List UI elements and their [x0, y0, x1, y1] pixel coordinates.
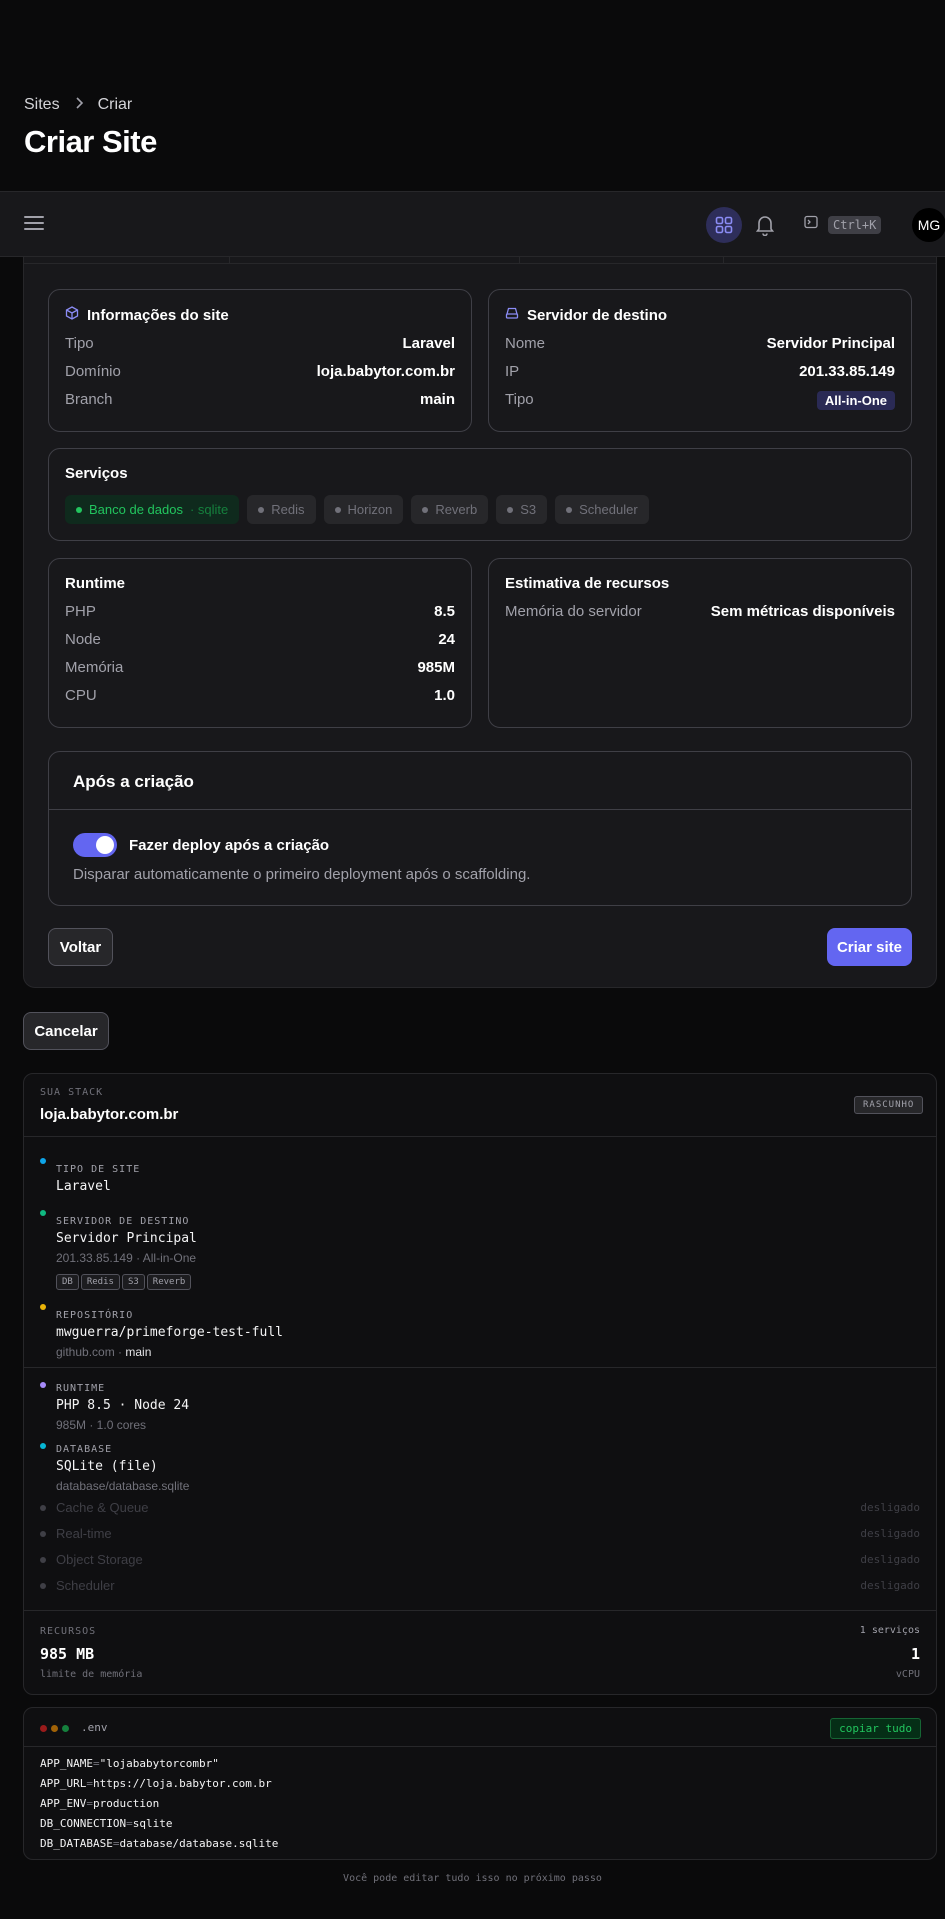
memory-limit-label: limite de memória: [40, 1669, 143, 1680]
stack-disabled-object-storage: Object Storage desligado: [40, 1552, 920, 1567]
server-name-row: Nome Servidor Principal: [505, 335, 895, 352]
env-line: DB_CONNECTION=sqlite: [40, 1817, 173, 1830]
server-icon: [505, 306, 519, 324]
avatar[interactable]: MG: [912, 208, 945, 242]
stack-repository: REPOSITÓRIO mwguerra/primeforge-test-ful…: [40, 1300, 283, 1359]
status-dot: [40, 1304, 46, 1310]
stack-database: DATABASE SQLite (file) database/database…: [40, 1439, 189, 1493]
divider: [49, 809, 911, 810]
step-divider: [519, 257, 520, 264]
wizard-panel: Informações do site Tipo Laravel Domínio l…: [23, 257, 937, 988]
resource-estimate-card: Estimativa de recursos Memória do servid…: [488, 558, 912, 728]
env-file-panel: .env copiar tudo APP_NAME="lojababytorco…: [23, 1707, 937, 1860]
runtime-card: Runtime PHP 8.5 Node 24 Memória 985M CPU 1.0: [48, 558, 472, 728]
status-dot: [40, 1210, 46, 1216]
service-chip-scheduler: Scheduler: [555, 495, 649, 524]
runtime-memory-row: Memória 985M: [65, 659, 455, 676]
runtime-php-row: PHP 8.5: [65, 603, 455, 620]
draft-badge: RASCUNHO: [854, 1096, 924, 1114]
stack-site-type: TIPO DE SITE Laravel: [40, 1154, 140, 1194]
terminal-icon: [804, 215, 818, 234]
stack-disabled-cache-queue: Cache & Queue desligado: [40, 1500, 920, 1515]
runtime-cpu-row: CPU 1.0: [65, 687, 455, 704]
site-domain-row: Domínio loja.babytor.com.br: [65, 363, 455, 380]
status-dot: [40, 1158, 46, 1164]
command-palette-button[interactable]: Ctrl+K: [804, 215, 882, 234]
env-line: APP_ENV=production: [40, 1797, 160, 1810]
step-strip: [24, 257, 936, 264]
service-chip-redis: Redis: [247, 495, 316, 524]
chip-redis: Redis: [80, 1274, 120, 1290]
service-chip-horizon: Horizon: [323, 495, 404, 524]
vcpu-value: 1: [910, 1645, 920, 1663]
cancel-button[interactable]: Cancelar: [23, 1012, 109, 1050]
breadcrumb-current: Criar: [97, 96, 133, 113]
service-chip-database: Banco de dados · sqlite: [65, 495, 240, 524]
bell-icon[interactable]: [752, 212, 778, 238]
memory-limit-value: 985 MB: [40, 1645, 95, 1663]
env-line: APP_URL=https://loja.babytor.com.br: [40, 1777, 272, 1790]
status-dot: [40, 1443, 46, 1449]
chip-reverb: Reverb: [146, 1274, 192, 1290]
back-button[interactable]: Voltar: [48, 928, 113, 966]
status-dot: [40, 1382, 46, 1388]
stack-eyebrow: SUA STACK: [40, 1087, 104, 1098]
breadcrumb-sites-link[interactable]: Sites: [24, 96, 60, 114]
vcpu-label: vCPU: [895, 1669, 920, 1680]
step-divider: [229, 257, 230, 264]
shortcut-kbd: Ctrl+K: [828, 215, 882, 234]
server-type-badge: All-in-One: [816, 391, 895, 410]
site-type-row: Tipo Laravel: [65, 335, 455, 352]
create-site-button[interactable]: Criar site: [827, 928, 912, 966]
cube-icon: [65, 306, 79, 324]
window-dots: [40, 1725, 69, 1732]
stack-domain: loja.babytor.com.br: [40, 1106, 179, 1123]
stack-runtime: RUNTIME PHP 8.5 · Node 24 985M · 1.0 cor…: [40, 1378, 189, 1432]
copy-all-button[interactable]: copiar tudo: [830, 1718, 921, 1739]
site-info-title: Informações do site: [87, 306, 229, 324]
after-creation-title: Após a criação: [73, 772, 194, 791]
breadcrumb: Sites Criar: [24, 96, 132, 114]
services-card: Serviços Banco de dados · sqlite Redis Ho…: [48, 448, 912, 541]
deploy-after-create-toggle[interactable]: [73, 833, 117, 857]
site-info-card: Informações do site Tipo Laravel Domínio l…: [48, 289, 472, 432]
site-branch-row: Branch main: [65, 391, 455, 408]
after-creation-section: Após a criação Fazer deploy após a criaç…: [48, 751, 912, 906]
server-type-row: Tipo All-in-One: [505, 391, 895, 410]
resources-label: RECURSOS: [40, 1626, 97, 1637]
server-service-chips: DB Redis S3 Reverb: [56, 1271, 197, 1290]
chevron-right-icon: [74, 96, 84, 114]
services-title: Serviços: [65, 465, 128, 482]
stack-disabled-realtime: Real-time desligado: [40, 1526, 920, 1541]
env-line: DB_DATABASE=database/database.sqlite: [40, 1837, 279, 1850]
runtime-title: Runtime: [65, 575, 125, 592]
chip-db: DB: [56, 1274, 79, 1290]
services-count: 1 serviços: [859, 1625, 920, 1636]
top-bar: Ctrl+K MG: [0, 191, 945, 257]
stack-summary-panel: SUA STACK loja.babytor.com.br RASCUNHO T…: [23, 1073, 937, 1695]
apps-grid-icon[interactable]: [706, 207, 742, 243]
target-server-card: Servidor de destino Nome Servidor Princip…: [488, 289, 912, 432]
service-chip-s3: S3: [496, 495, 548, 524]
env-content: APP_NAME="lojababytorcombr" APP_URL=http…: [40, 1754, 278, 1854]
page-title: Criar Site: [24, 124, 157, 159]
env-line: APP_NAME="lojababytorcombr": [40, 1757, 219, 1770]
resource-estimate-title: Estimativa de recursos: [505, 575, 670, 592]
step-divider: [723, 257, 724, 264]
service-chip-reverb: Reverb: [411, 495, 489, 524]
hamburger-menu-icon[interactable]: [24, 216, 44, 232]
stack-target-server: SERVIDOR DE DESTINO Servidor Principal 2…: [40, 1206, 197, 1290]
deploy-toggle-description: Disparar automaticamente o primeiro depl…: [73, 866, 531, 883]
server-ip-row: IP 201.33.85.149: [505, 363, 895, 380]
server-memory-row: Memória do servidor Sem métricas disponív…: [505, 603, 895, 620]
runtime-node-row: Node 24: [65, 631, 455, 648]
services-list: Banco de dados · sqlite Redis Horizon Rev…: [65, 495, 895, 524]
chip-s3: S3: [121, 1274, 145, 1290]
env-filename: .env: [81, 1721, 108, 1734]
target-server-title: Servidor de destino: [527, 306, 668, 324]
footer-note: Você pode editar tudo isso no próximo pa…: [343, 1873, 602, 1884]
deploy-toggle-label: Fazer deploy após a criação: [129, 836, 330, 854]
stack-disabled-scheduler: Scheduler desligado: [40, 1578, 920, 1593]
